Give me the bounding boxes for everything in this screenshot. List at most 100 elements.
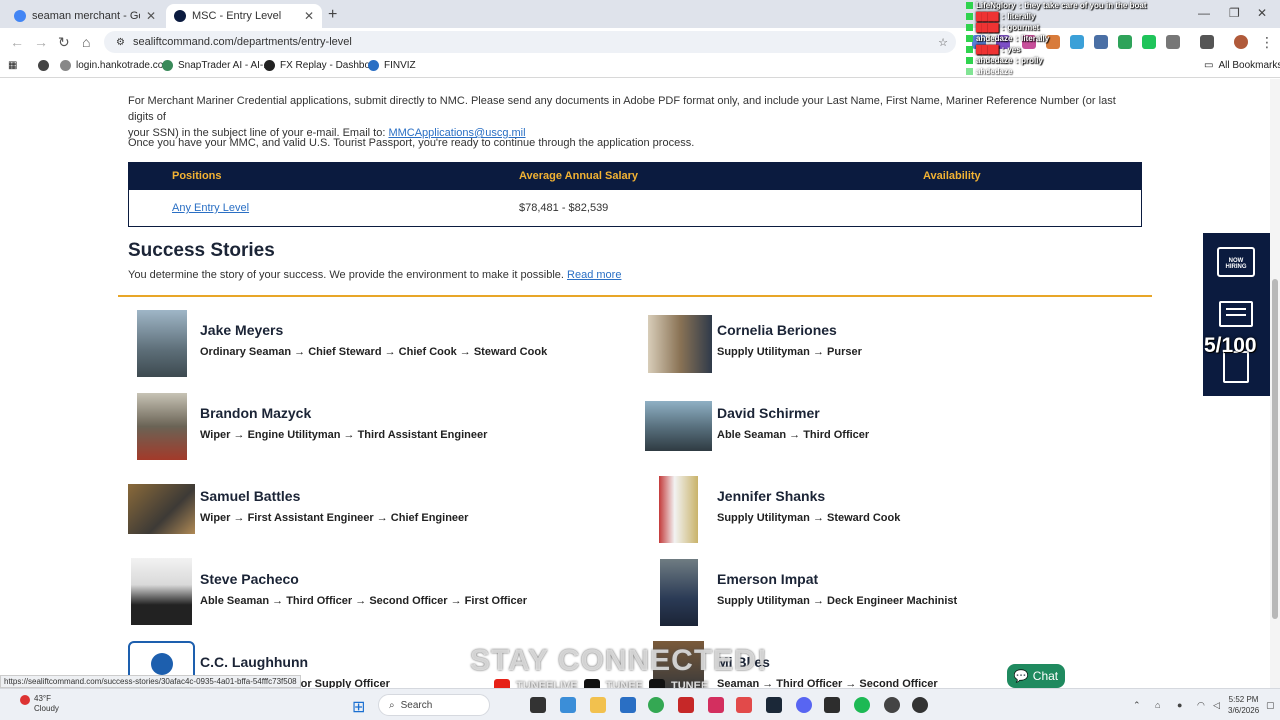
- task-view-icon[interactable]: [530, 697, 546, 713]
- site-icon: [368, 60, 379, 71]
- home-icon[interactable]: ⌂: [82, 34, 90, 50]
- kick-icon: [966, 13, 973, 20]
- chrome-icon[interactable]: [648, 697, 664, 713]
- network-icon[interactable]: ⌂: [1155, 700, 1160, 710]
- story-path: Supply Utilityman → Purser: [717, 346, 862, 358]
- chat-message: ████: yes: [966, 44, 1266, 55]
- story-photo: [659, 476, 698, 543]
- story-path: Supply Utilityman → Steward Cook: [717, 512, 901, 524]
- tab-msc-entry-level[interactable]: MSC - Entry Level ✕: [166, 4, 322, 28]
- site-info-icon[interactable]: ⚙: [116, 37, 125, 48]
- col-positions: Positions: [172, 170, 222, 182]
- bookmark-hankotrade[interactable]: login.hankotrade.co...: [60, 60, 172, 71]
- chat-message: ████: gourmet: [966, 22, 1266, 33]
- bookmark-snaptrader[interactable]: SnapTrader AI - AI-...: [162, 60, 272, 71]
- scrollbar-thumb[interactable]: [1272, 279, 1278, 619]
- search-icon: ⌕: [389, 699, 395, 711]
- url-text: sealiftcommand.com/departments/entry-lev…: [132, 36, 352, 48]
- chat-button[interactable]: 💬 Chat: [1007, 664, 1065, 688]
- chat-message: ████: literally: [966, 11, 1266, 22]
- store-icon[interactable]: [620, 697, 636, 713]
- obs-icon[interactable]: [912, 697, 928, 713]
- chat-message: ahdedaze: literally: [966, 33, 1266, 44]
- steam-icon[interactable]: [766, 697, 782, 713]
- story-path: Ordinary Seaman → Chief Steward → Chief …: [200, 346, 548, 358]
- story-photo: [137, 393, 187, 460]
- story-name: Emerson Impat: [717, 571, 819, 587]
- chat-bubble-icon: 💬: [1013, 669, 1029, 683]
- site-icon: [264, 60, 275, 71]
- bookmark-finviz[interactable]: FINVIZ: [368, 60, 416, 71]
- copilot-icon[interactable]: [560, 697, 576, 713]
- divider: [118, 295, 1152, 297]
- success-stories-title: Success Stories: [128, 240, 275, 261]
- positions-table: Positions Average Annual Salary Availabi…: [128, 162, 1142, 227]
- story-photo: [660, 559, 698, 626]
- bookmark-star-icon[interactable]: ☆: [938, 36, 948, 49]
- back-icon[interactable]: ←: [10, 34, 24, 50]
- start-icon[interactable]: ⊞: [352, 697, 365, 717]
- spotify-icon[interactable]: [854, 697, 870, 713]
- app-icon[interactable]: [708, 697, 724, 713]
- notification-icon[interactable]: ▢: [1266, 700, 1275, 711]
- story-path: Wiper → Engine Utilityman → Third Assist…: [200, 429, 488, 441]
- app-icon[interactable]: [824, 697, 840, 713]
- now-hiring-button[interactable]: NOW HIRING: [1217, 247, 1255, 277]
- table-row: Any Entry Level $78,481 - $82,539: [129, 190, 1141, 228]
- kick-icon: [966, 46, 973, 53]
- msc-icon: [174, 10, 186, 22]
- clock[interactable]: 5:52 PM 3/6/2026: [1228, 694, 1259, 716]
- close-tab-icon[interactable]: ✕: [146, 9, 156, 23]
- mic-icon[interactable]: ●: [1177, 700, 1182, 710]
- stream-chat-overlay: LifeNglory: they take care of you in the…: [966, 0, 1266, 77]
- taskbar-search[interactable]: ⌕ Search: [378, 694, 490, 716]
- story-path: Able Seaman → Third Officer: [717, 429, 870, 441]
- application-icon[interactable]: [1219, 301, 1253, 327]
- story-name: Brandon Mazyck: [200, 405, 312, 421]
- story-path: Supply Utilityman → Deck Engineer Machin…: [717, 595, 958, 607]
- new-tab-button[interactable]: +: [328, 6, 337, 24]
- read-more-link[interactable]: Read more: [567, 269, 621, 281]
- story-photo: [645, 401, 712, 451]
- app-icon[interactable]: [736, 697, 752, 713]
- forward-icon[interactable]: →: [34, 34, 48, 50]
- chat-message: LifeNglory: they take care of you in the…: [966, 0, 1266, 11]
- wifi-icon[interactable]: ◠: [1197, 700, 1205, 711]
- kick-icon: [966, 2, 973, 9]
- story-photo: [648, 315, 712, 373]
- bookmark-icon[interactable]: [38, 60, 49, 71]
- col-availability: Availability: [923, 170, 981, 182]
- story-name: Jake Meyers: [200, 322, 284, 338]
- weather-alert-icon: [20, 695, 30, 705]
- tab-google-search[interactable]: seaman merchant - Google Sea ✕: [6, 4, 164, 28]
- story-photo: [128, 484, 195, 534]
- volume-icon[interactable]: ◁: [1213, 700, 1220, 711]
- passport-paragraph: Once you have your MMC, and valid U.S. T…: [128, 137, 695, 149]
- bookmark-fx-replay[interactable]: FX Replay - Dashbo...: [264, 60, 378, 71]
- discord-icon[interactable]: [796, 697, 812, 713]
- table-header: Positions Average Annual Salary Availabi…: [129, 163, 1141, 190]
- link-status-bar: https://sealiftcommand.com/success-stori…: [0, 675, 301, 688]
- site-icon: [60, 60, 71, 71]
- page-content: For Merchant Mariner Credential applicat…: [0, 79, 1270, 688]
- address-bar[interactable]: ⚙ sealiftcommand.com/departments/entry-l…: [104, 31, 956, 53]
- google-icon: [14, 10, 26, 22]
- position-link[interactable]: Any Entry Level: [172, 202, 249, 214]
- tray-overflow-icon[interactable]: ⌃: [1133, 700, 1141, 711]
- close-tab-icon[interactable]: ✕: [304, 9, 314, 23]
- intro-paragraph: For Merchant Mariner Credential applicat…: [128, 95, 1116, 139]
- reload-icon[interactable]: ↻: [58, 34, 70, 51]
- chat-message: ahdedaze: [966, 66, 1266, 77]
- kick-icon: [966, 35, 973, 42]
- story-name: Steve Pacheco: [200, 571, 299, 587]
- col-salary: Average Annual Salary: [519, 170, 639, 182]
- windows-taskbar: 43°F Cloudy ⊞ ⌕ Search ⌃ ⌂ ● ◠ ◁ 5:52 PM…: [0, 688, 1280, 720]
- page-scrollbar[interactable]: [1270, 79, 1280, 688]
- apps-icon[interactable]: ▦: [8, 60, 17, 71]
- app-icon[interactable]: [884, 697, 900, 713]
- app-icon[interactable]: [678, 697, 694, 713]
- weather-widget[interactable]: 43°F Cloudy: [34, 694, 59, 714]
- file-explorer-icon[interactable]: [590, 697, 606, 713]
- story-name: Jennifer Shanks: [717, 488, 826, 504]
- story-name: C.C. Laughhunn: [200, 654, 309, 670]
